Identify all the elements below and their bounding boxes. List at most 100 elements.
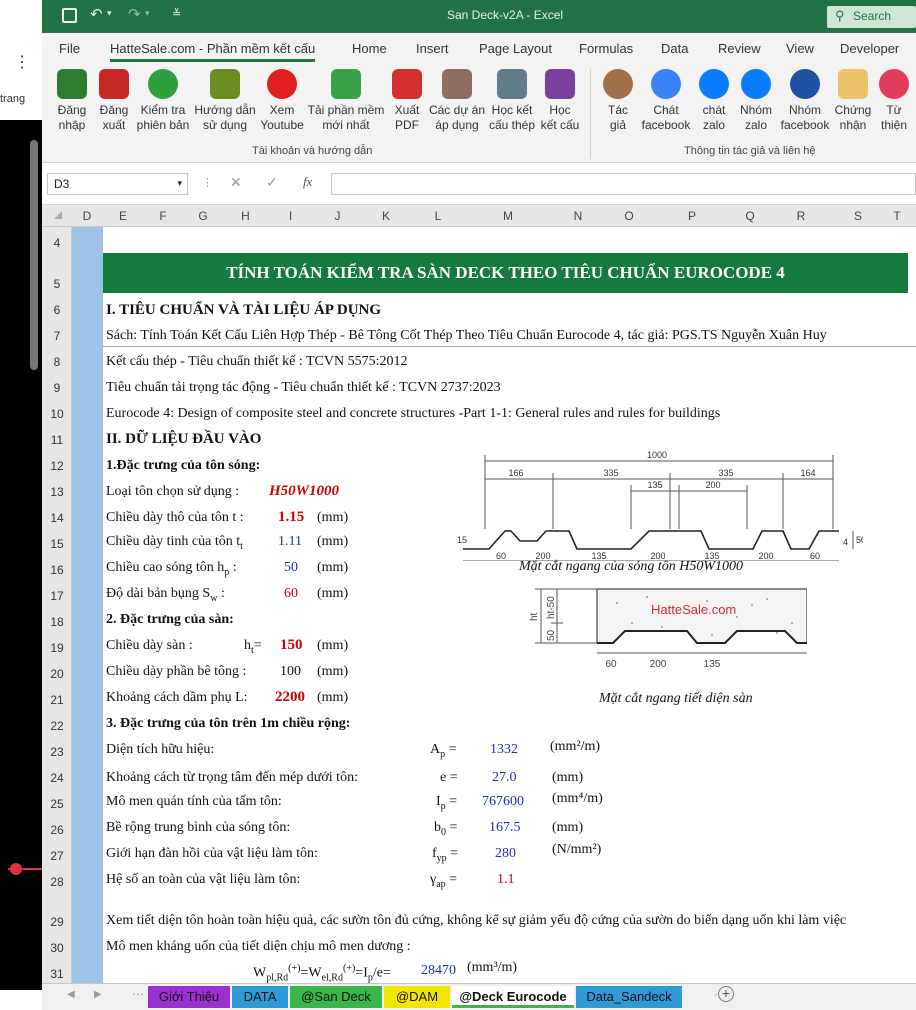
row-22[interactable]: 22 [42,719,72,733]
undo-icon[interactable]: ↶ [90,5,103,23]
tab-hattesale[interactable]: HatteSale.com - Phần mềm kết cấu [110,41,316,62]
formula-input[interactable] [331,173,916,195]
save-icon[interactable] [62,8,77,23]
prev-sheet-icon[interactable]: ◀ [67,989,75,1000]
redo-icon[interactable]: ↷ [128,5,141,23]
beam-spacing-value[interactable]: 2200 [275,689,305,706]
tab-developer[interactable]: Developer [840,41,899,56]
next-sheet-icon[interactable]: ▶ [94,989,102,1000]
tab-formulas[interactable]: Formulas [579,41,633,56]
tab-review[interactable]: Review [718,41,761,56]
row-14[interactable]: 14 [42,511,72,525]
column-I[interactable]: I [268,209,313,223]
zalo-group-button[interactable]: Nhóm zalo [734,69,778,133]
tab-menu-icon[interactable]: ⋯ [132,987,144,1001]
column-J[interactable]: J [313,209,362,223]
tab-file[interactable]: File [59,41,80,56]
row-5[interactable]: 5 [42,277,72,291]
zalo-chat-button[interactable]: chát zalo [694,69,734,133]
name-box[interactable]: D3 ▾ [47,173,188,195]
row-24[interactable]: 24 [42,771,72,785]
steel-course-button[interactable]: Học kết cấu thép [486,69,538,133]
search-box[interactable]: ⚲ Search [827,6,916,28]
cancel-icon[interactable]: ✕ [230,174,242,191]
check-version-button[interactable]: Kiểm tra phiên bản [134,69,192,133]
sheet-tab-san-deck[interactable]: @San Deck [290,986,382,1008]
worksheet[interactable]: TÍNH TOÁN KIỂM TRA SÀN DECK THEO TIÊU CH… [72,227,916,983]
row-23[interactable]: 23 [42,745,72,759]
column-Q[interactable]: Q [732,209,768,223]
row-27[interactable]: 27 [42,849,72,863]
row-7[interactable]: 7 [42,329,72,343]
select-all-icon[interactable] [54,211,62,219]
sheet-tab-gioi-thieu[interactable]: Giới Thiệu [148,986,230,1008]
column-P[interactable]: P [652,209,732,223]
row-20[interactable]: 20 [42,667,72,681]
row-8[interactable]: 8 [42,355,72,369]
logout-button[interactable]: Đăng xuất [94,69,134,133]
row-10[interactable]: 10 [42,407,72,421]
projects-button[interactable]: Các dự án áp dụng [428,69,486,133]
deck-type-value[interactable]: H50W1000 [269,483,339,500]
redo-dropdown-icon[interactable]: ▾ [145,8,150,19]
certificate-button[interactable]: Chứng nhận [832,69,874,133]
column-G[interactable]: G [183,209,223,223]
side-scrollbar[interactable] [30,140,38,370]
column-N[interactable]: N [550,209,606,223]
name-box-dropdown-icon[interactable]: ▾ [177,178,182,189]
sheet-tab-deck-eurocode[interactable]: @Deck Eurocode [452,986,574,1008]
column-R[interactable]: R [768,209,834,223]
column-F[interactable]: F [143,209,183,223]
row-21[interactable]: 21 [42,693,72,707]
customize-qat-icon[interactable]: ≚ [172,7,181,20]
row-15[interactable]: 15 [42,537,72,551]
structure-course-button[interactable]: Học kết cấu [538,69,582,133]
charity-button[interactable]: Từ thiện [876,69,912,133]
column-D[interactable]: D [74,209,100,223]
insert-function-icon[interactable]: fx [303,174,312,190]
row-4[interactable]: 4 [42,236,72,250]
author-button[interactable]: Tác giả [598,69,638,133]
sheet-tab-data-sandeck[interactable]: Data_Sandeck [576,986,682,1008]
tab-view[interactable]: View [786,41,814,56]
export-pdf-button[interactable]: Xuất PDF [388,69,426,133]
sheet-tab-dam[interactable]: @DAM [384,986,450,1008]
row-29[interactable]: 29 [42,915,72,929]
add-sheet-icon[interactable]: + [718,986,734,1002]
sheet-tab-data[interactable]: DATA [232,986,288,1008]
column-T[interactable]: T [882,209,912,223]
column-H[interactable]: H [223,209,268,223]
drag-handle-icon[interactable]: ⋮ [202,176,213,189]
row-28[interactable]: 28 [42,875,72,889]
undo-dropdown-icon[interactable]: ▾ [107,8,112,19]
row-17[interactable]: 17 [42,589,72,603]
tab-insert[interactable]: Insert [416,41,449,56]
more-options-icon[interactable]: ⋮ [14,52,30,72]
column-M[interactable]: M [466,209,550,223]
row-9[interactable]: 9 [42,381,72,395]
row-12[interactable]: 12 [42,459,72,473]
column-O[interactable]: O [606,209,652,223]
facebook-chat-button[interactable]: Chát facebook [638,69,694,133]
facebook-group-button[interactable]: Nhóm facebook [778,69,832,133]
row-16[interactable]: 16 [42,563,72,577]
column-L[interactable]: L [410,209,466,223]
row-31[interactable]: 31 [42,967,72,981]
column-S[interactable]: S [834,209,882,223]
column-E[interactable]: E [103,209,143,223]
tab-data[interactable]: Data [661,41,688,56]
tab-home[interactable]: Home [352,41,387,56]
row-30[interactable]: 30 [42,941,72,955]
youtube-button[interactable]: Xem Youtube [258,69,306,133]
slab-thickness-value[interactable]: 150 [280,637,303,654]
slider-handle[interactable] [10,863,22,875]
tab-page-layout[interactable]: Page Layout [479,41,552,56]
thickness-gross-value[interactable]: 1.15 [278,509,304,526]
row-25[interactable]: 25 [42,797,72,811]
row-26[interactable]: 26 [42,823,72,837]
row-6[interactable]: 6 [42,303,72,317]
row-18[interactable]: 18 [42,615,72,629]
row-11[interactable]: 11 [42,433,72,447]
enter-icon[interactable]: ✓ [266,174,278,191]
download-button[interactable]: Tải phần mềm mới nhất [306,69,386,133]
